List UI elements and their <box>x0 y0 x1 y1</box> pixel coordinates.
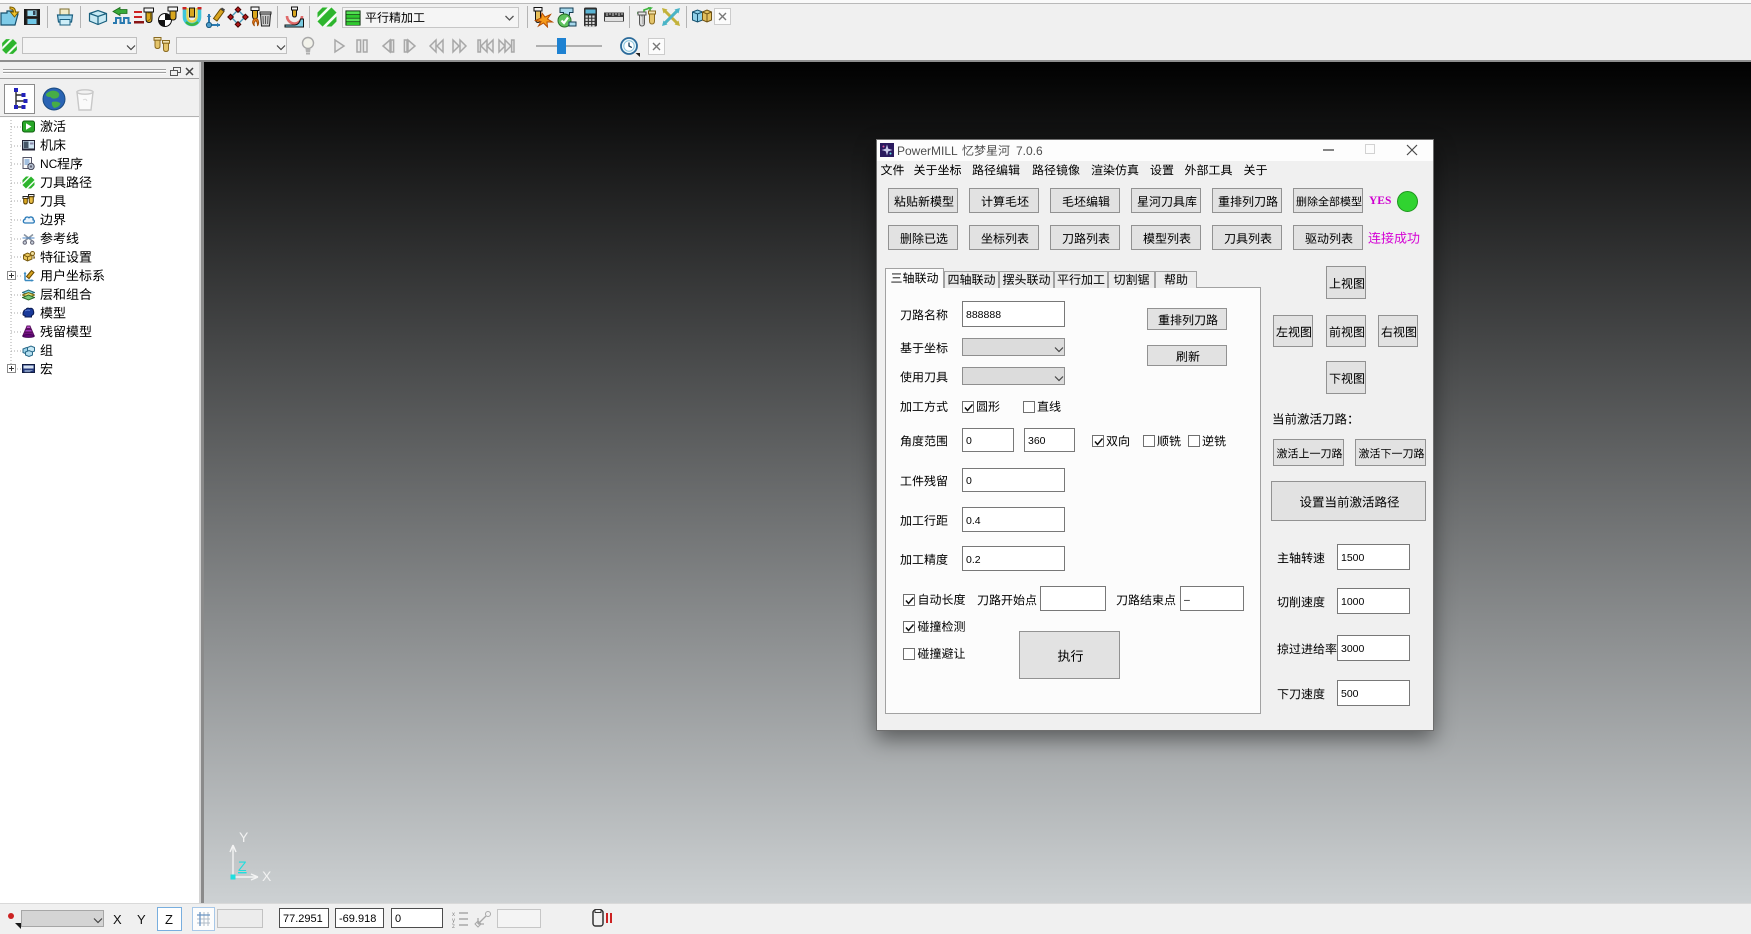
svg-text:z: z <box>452 924 455 928</box>
svg-text:Y: Y <box>239 829 249 845</box>
svg-text:Z: Z <box>238 858 247 874</box>
svg-text:X: X <box>262 868 272 884</box>
